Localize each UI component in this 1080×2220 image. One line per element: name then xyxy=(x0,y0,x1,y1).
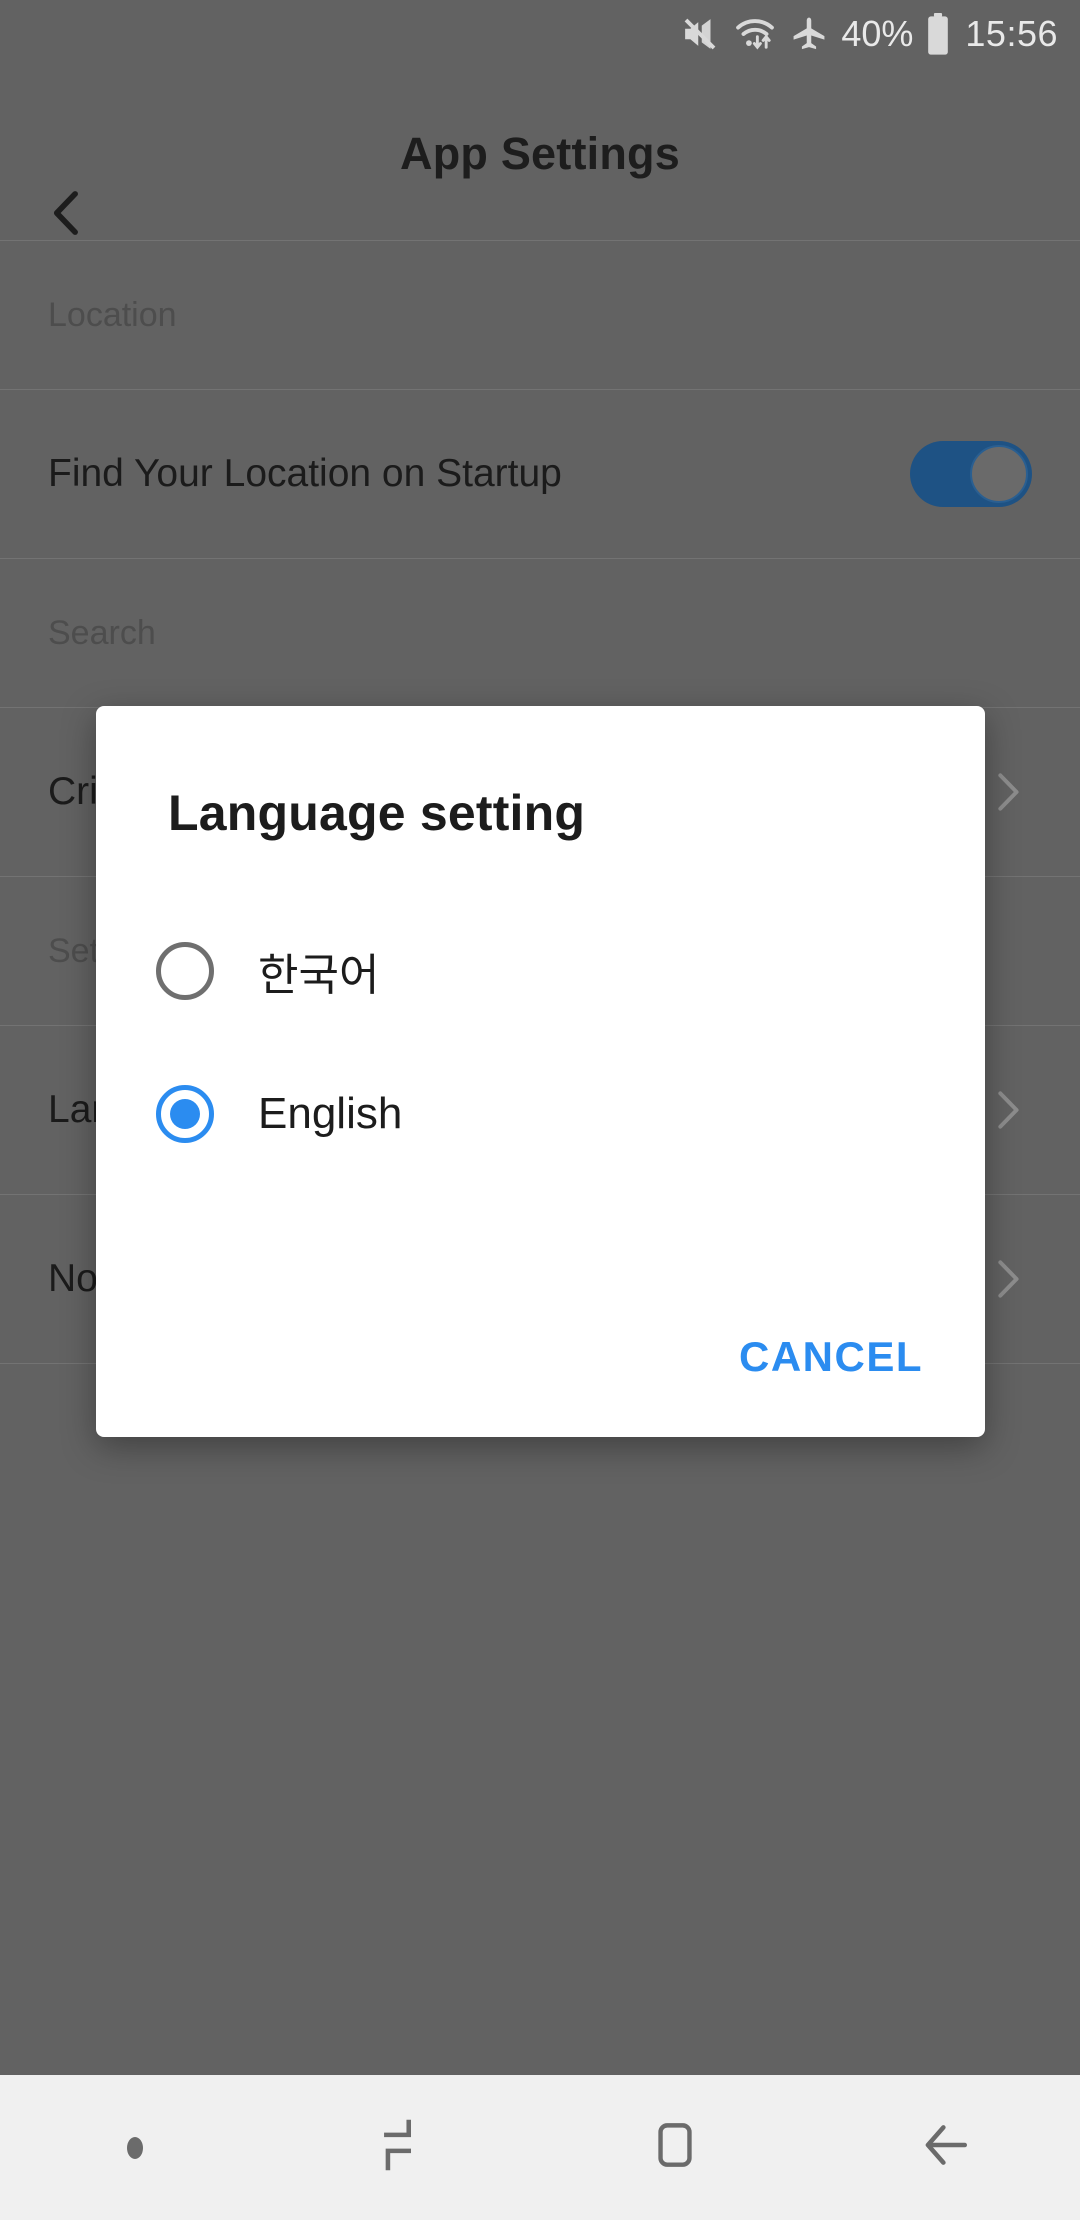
find-location-toggle[interactable] xyxy=(910,441,1032,507)
radio-button-selected-icon[interactable] xyxy=(156,1085,214,1143)
home-icon xyxy=(644,2114,706,2181)
row-find-location-on-startup[interactable]: Find Your Location on Startup xyxy=(0,390,1080,558)
option-label: English xyxy=(258,1089,403,1138)
chevron-left-icon xyxy=(39,185,95,246)
language-setting-dialog: Language setting 한국어 English CANCEL xyxy=(96,706,985,1437)
battery-icon xyxy=(925,12,951,56)
nav-home-button[interactable] xyxy=(540,2114,810,2181)
page-title: App Settings xyxy=(400,128,680,179)
wifi-data-icon xyxy=(733,13,777,55)
nav-recents-button[interactable] xyxy=(270,2113,540,2182)
radio-button-unselected-icon[interactable] xyxy=(156,942,214,1000)
system-nav-bar xyxy=(0,2075,1080,2220)
app-bar: App Settings xyxy=(0,68,1080,240)
mute-icon xyxy=(679,13,721,55)
airplane-mode-icon xyxy=(789,14,829,54)
toggle-knob xyxy=(970,445,1028,503)
phone-screen: 40% 15:56 App Settings Location Find You… xyxy=(0,0,1080,2220)
recents-icon xyxy=(373,2113,437,2182)
dot-indicator-icon xyxy=(127,2136,143,2159)
nav-back-button[interactable] xyxy=(810,2113,1080,2182)
section-header-search: Search xyxy=(48,613,156,652)
cancel-button[interactable]: CANCEL xyxy=(729,1319,933,1395)
option-label: 한국어 xyxy=(258,951,380,1000)
chevron-right-icon xyxy=(982,1085,1032,1135)
section-header-location: Location xyxy=(48,295,177,334)
dialog-title: Language setting xyxy=(168,785,586,841)
battery-percent-label: 40% xyxy=(841,13,914,54)
option-korean[interactable]: 한국어 xyxy=(156,916,936,1026)
status-bar: 40% 15:56 xyxy=(0,0,1080,68)
clock-label: 15:56 xyxy=(965,13,1058,54)
chevron-right-icon xyxy=(982,1254,1032,1304)
option-english[interactable]: English xyxy=(156,1059,936,1169)
back-icon xyxy=(913,2113,977,2182)
dialog-actions: CANCEL xyxy=(96,1277,985,1437)
row-label: Find Your Location on Startup xyxy=(48,452,562,495)
nav-dot-indicator xyxy=(0,2136,270,2159)
chevron-right-icon xyxy=(982,767,1032,817)
